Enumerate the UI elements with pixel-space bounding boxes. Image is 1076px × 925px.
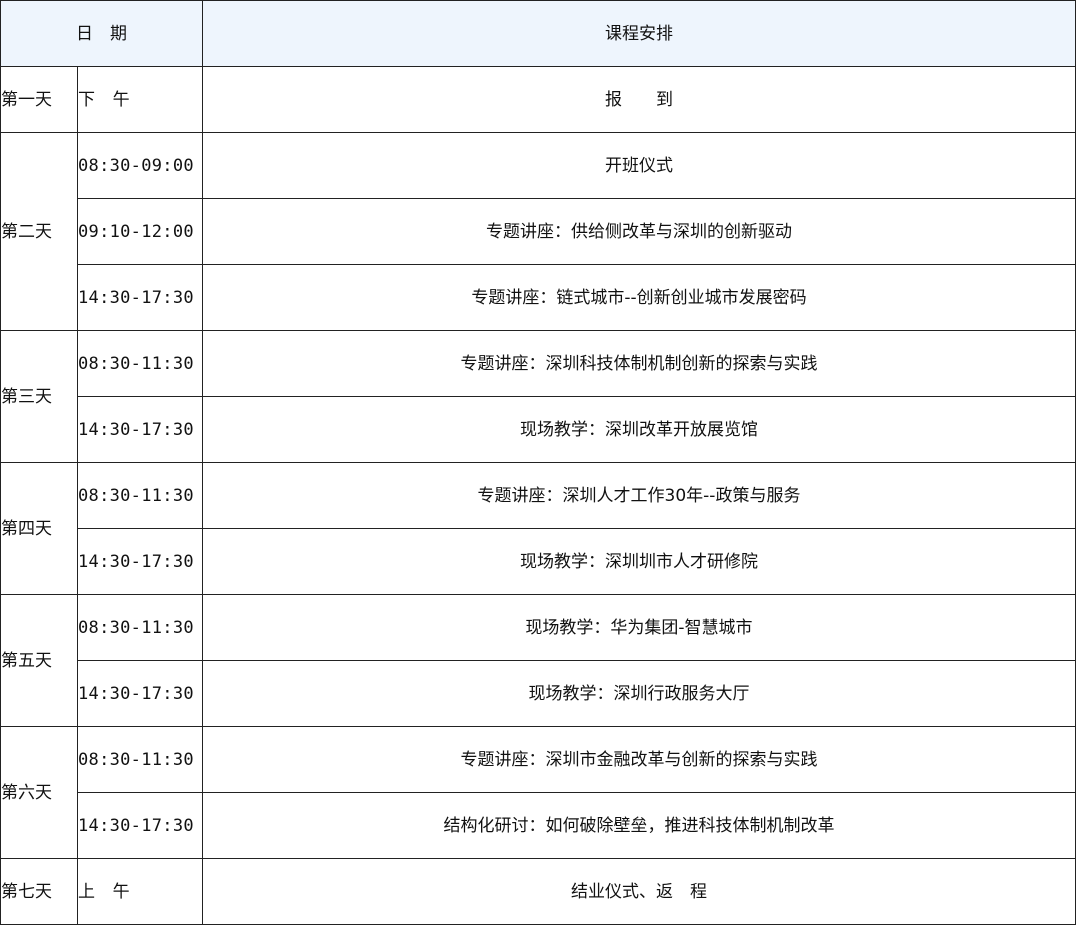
day-cell: 第二天 [0,132,78,331]
course-cell: 报 到 [202,66,1076,133]
time-cell: 14:30-17:30 [77,264,203,331]
time-cell: 14:30-17:30 [77,528,203,595]
table-row: 第六天 08:30-11:30 专题讲座：深圳市金融改革与创新的探索与实践 [0,726,1076,859]
header-row: 日 期 课程安排 [0,0,1076,67]
course-cell: 专题讲座：链式城市--创新创业城市发展密码 [202,264,1076,331]
time-cell: 08:30-11:30 [77,726,203,793]
course-cell: 现场教学：华为集团-智慧城市 [202,594,1076,661]
schedule-table: 日 期 课程安排 第一天 下 午 报 到 第二天 08:30-09:00 开班仪… [0,0,1076,925]
course-cell: 专题讲座：供给侧改革与深圳的创新驱动 [202,198,1076,265]
table-row: 14:30-17:30 现场教学：深圳圳市人才研修院 [1,528,1076,595]
time-cell: 08:30-11:30 [77,594,203,661]
course-cell: 专题讲座：深圳人才工作30年--政策与服务 [202,462,1076,529]
table-row: 第一天 下 午 报 到 [0,66,1076,133]
date-column-header: 日 期 [0,0,203,67]
table-row: 第七天 上 午 结业仪式、返 程 [0,858,1076,925]
table-row: 第五天 08:30-11:30 现场教学：华为集团-智慧城市 [0,594,1076,727]
table-row: 14:30-17:30 现场教学：深圳改革开放展览馆 [1,396,1076,463]
time-cell: 08:30-09:00 [77,132,203,199]
day-cell: 第六天 [0,726,78,859]
table-row: 第四天 08:30-11:30 专题讲座：深圳人才工作30年--政策与服务 [0,462,1076,595]
table-row: 14:30-17:30 专题讲座：链式城市--创新创业城市发展密码 [1,264,1076,331]
table-row: 09:10-12:00 专题讲座：供给侧改革与深圳的创新驱动 [1,198,1076,265]
time-cell: 上 午 [77,858,203,925]
day-cell: 第一天 [0,66,78,133]
time-cell: 14:30-17:30 [77,792,203,859]
course-cell: 专题讲座：深圳科技体制机制创新的探索与实践 [202,330,1076,397]
time-cell: 09:10-12:00 [77,198,203,265]
time-cell: 14:30-17:30 [77,660,203,727]
day-cell: 第七天 [0,858,78,925]
table-row: 14:30-17:30 现场教学：深圳行政服务大厅 [1,660,1076,727]
time-cell: 14:30-17:30 [77,396,203,463]
course-cell: 结构化研讨：如何破除壁垒，推进科技体制机制改革 [202,792,1076,859]
course-cell: 开班仪式 [202,132,1076,199]
course-cell: 现场教学：深圳圳市人才研修院 [202,528,1076,595]
course-cell: 现场教学：深圳行政服务大厅 [202,660,1076,727]
table-row: 14:30-17:30 结构化研讨：如何破除壁垒，推进科技体制机制改革 [1,792,1076,859]
time-cell: 下 午 [77,66,203,133]
table-row: 第二天 08:30-09:00 开班仪式 [0,132,1076,331]
course-cell: 结业仪式、返 程 [202,858,1076,925]
day-cell: 第四天 [0,462,78,595]
course-cell: 现场教学：深圳改革开放展览馆 [202,396,1076,463]
course-column-header: 课程安排 [202,0,1076,67]
time-cell: 08:30-11:30 [77,462,203,529]
course-cell: 专题讲座：深圳市金融改革与创新的探索与实践 [202,726,1076,793]
table-row: 第三天 08:30-11:30 专题讲座：深圳科技体制机制创新的探索与实践 [0,330,1076,463]
day-cell: 第三天 [0,330,78,463]
day-cell: 第五天 [0,594,78,727]
time-cell: 08:30-11:30 [77,330,203,397]
